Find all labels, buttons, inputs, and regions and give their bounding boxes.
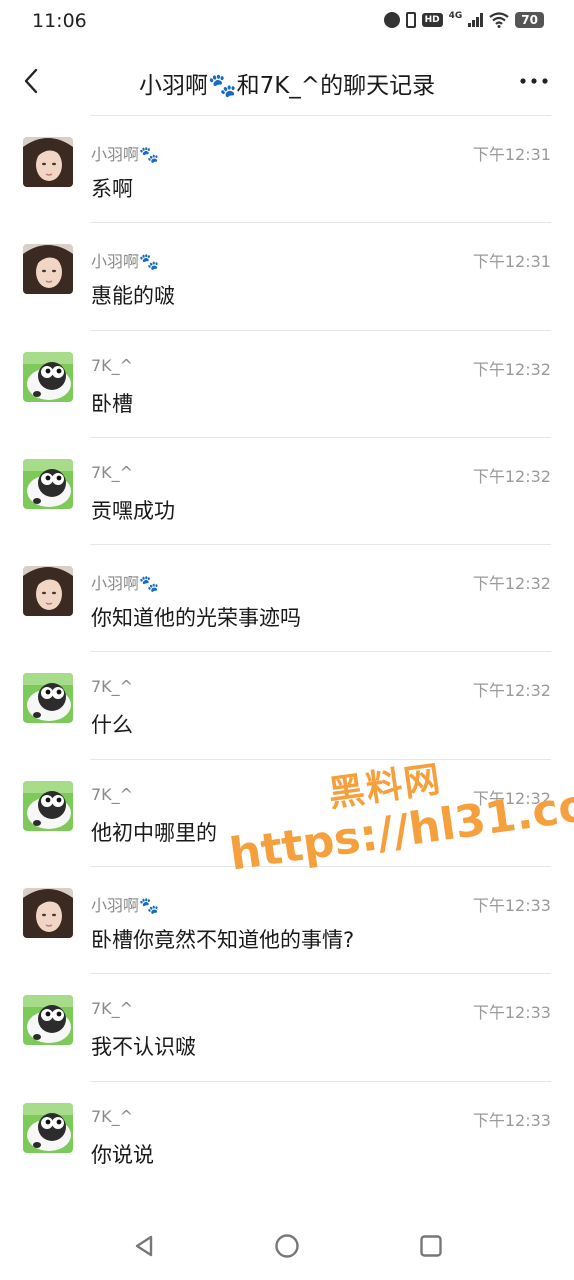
avatar[interactable] bbox=[23, 137, 73, 187]
avatar[interactable] bbox=[23, 1102, 73, 1153]
message-text: 惠能的啵 bbox=[91, 284, 175, 309]
message-row[interactable]: 小羽啊🐾 下午12:31 系啊 bbox=[0, 115, 574, 222]
message-divider bbox=[90, 1080, 551, 1082]
sender-name: 小羽啊🐾 bbox=[91, 896, 159, 916]
message-row[interactable]: 7K_^ 下午12:33 我不认识啵 bbox=[0, 973, 574, 1080]
message-list: 小羽啊🐾 下午12:31 系啊 小羽啊🐾 下午12:31 惠能的啵 7K_^ 下午12:32 卧… bbox=[0, 115, 574, 1188]
hd-icon: HD bbox=[421, 13, 443, 27]
recents-square-icon[interactable] bbox=[416, 1231, 446, 1261]
avatar[interactable] bbox=[23, 244, 73, 295]
avatar[interactable] bbox=[23, 780, 73, 831]
message-text: 他初中哪里的 bbox=[91, 820, 217, 845]
message-divider bbox=[90, 115, 551, 116]
message-divider bbox=[90, 222, 551, 224]
page-title: 小羽啊🐾和7K_^的聊天记录 bbox=[138, 73, 436, 99]
alarm-icon bbox=[383, 12, 400, 28]
message-row[interactable]: 小羽啊🐾 下午12:31 惠能的啵 bbox=[0, 222, 574, 329]
message-text: 你说说 bbox=[91, 1142, 154, 1167]
message-text: 贡嘿成功 bbox=[91, 498, 175, 523]
status-time: 11:06 bbox=[32, 10, 87, 32]
sender-name: 小羽啊🐾 bbox=[91, 145, 159, 164]
message-divider bbox=[90, 651, 551, 653]
more-dots-icon[interactable] bbox=[518, 66, 550, 96]
message-time: 下午12:32 bbox=[472, 574, 551, 594]
status-icons: HD 4G 70 bbox=[383, 10, 544, 28]
sender-name: 7K_^ bbox=[91, 999, 134, 1019]
message-time: 下午12:31 bbox=[472, 252, 551, 272]
message-row[interactable]: 7K_^ 下午12:33 你说说 bbox=[0, 1080, 574, 1188]
message-time: 下午12:33 bbox=[472, 896, 551, 916]
battery-icon: 70 bbox=[515, 12, 544, 28]
sender-name: 7K_^ bbox=[91, 1106, 134, 1126]
back-triangle-icon[interactable] bbox=[129, 1231, 159, 1261]
message-time: 下午12:33 bbox=[472, 1003, 551, 1023]
message-text: 系啊 bbox=[91, 177, 133, 201]
message-row[interactable]: 7K_^ 下午12:32 贡嘿成功 bbox=[0, 436, 574, 544]
message-row[interactable]: 小羽啊🐾 下午12:32 你知道他的光荣事迹吗 bbox=[0, 544, 574, 651]
signal-icon bbox=[468, 13, 484, 27]
sender-name: 7K_^ bbox=[91, 355, 134, 375]
message-text: 卧槽你竟然不知道他的事情? bbox=[91, 928, 355, 953]
avatar[interactable] bbox=[23, 888, 73, 939]
sender-name: 7K_^ bbox=[91, 784, 134, 804]
avatar[interactable] bbox=[23, 458, 73, 509]
sender-name: 小羽啊🐾 bbox=[91, 574, 159, 594]
sender-name: 7K_^ bbox=[91, 462, 134, 482]
message-divider bbox=[90, 329, 551, 331]
message-divider bbox=[90, 436, 551, 438]
chevron-left-icon[interactable] bbox=[20, 66, 46, 96]
message-time: 下午12:32 bbox=[472, 681, 551, 701]
avatar[interactable] bbox=[23, 995, 73, 1046]
message-text: 你知道他的光荣事迹吗 bbox=[91, 606, 301, 631]
message-time: 下午12:32 bbox=[472, 359, 551, 379]
home-circle-icon[interactable] bbox=[272, 1231, 302, 1261]
message-text: 什么 bbox=[91, 713, 133, 738]
sender-name: 小羽啊🐾 bbox=[91, 252, 159, 272]
4g-label: 4G bbox=[448, 10, 463, 21]
vibrate-icon bbox=[405, 12, 416, 28]
message-time: 下午12:33 bbox=[472, 1110, 551, 1130]
message-text: 我不认识啵 bbox=[91, 1035, 196, 1060]
nav-bar: 小羽啊🐾和7K_^的聊天记录 bbox=[0, 50, 574, 110]
wifi-icon bbox=[489, 12, 509, 28]
message-divider bbox=[90, 973, 551, 975]
avatar[interactable] bbox=[23, 351, 73, 402]
message-row[interactable]: 7K_^ 下午12:32 卧槽 bbox=[0, 329, 574, 437]
system-nav-bar bbox=[0, 1215, 574, 1280]
message-time: 下午12:31 bbox=[472, 145, 551, 164]
message-time: 下午12:32 bbox=[472, 466, 551, 486]
message-divider bbox=[90, 544, 551, 546]
avatar[interactable] bbox=[23, 673, 73, 724]
status-bar: 11:06 HD 4G 70 bbox=[0, 0, 574, 44]
avatar[interactable] bbox=[23, 566, 73, 617]
sender-name: 7K_^ bbox=[91, 677, 134, 697]
message-text: 卧槽 bbox=[91, 391, 133, 416]
